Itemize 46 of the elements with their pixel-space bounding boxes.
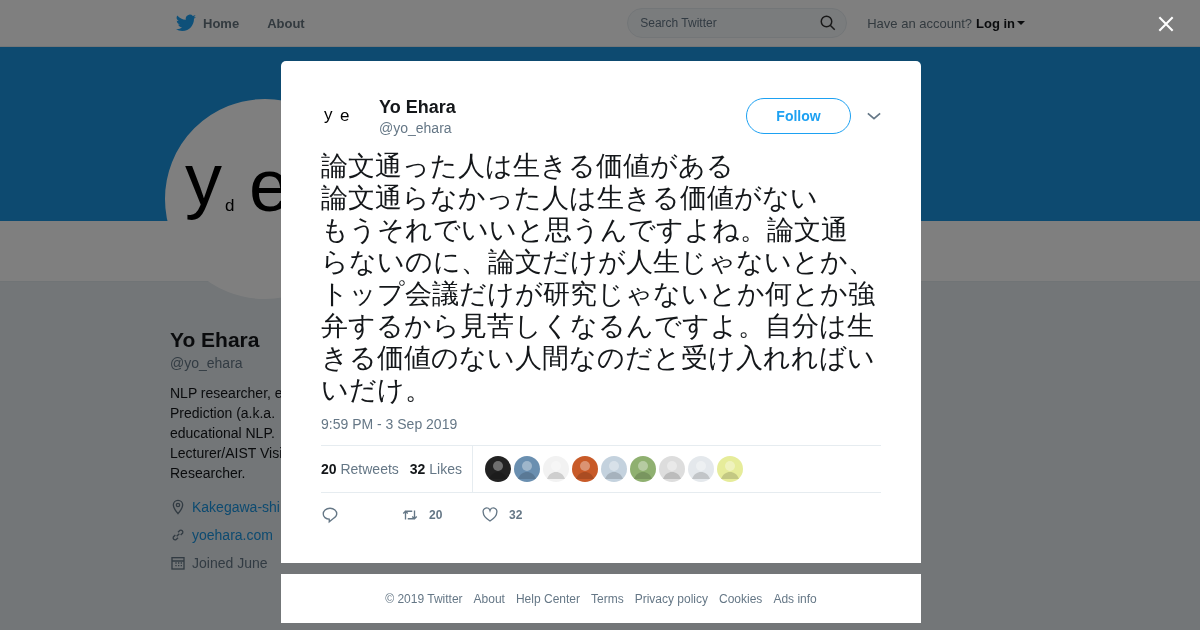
tweet-action[interactable]: 32	[481, 506, 523, 524]
calendar-icon	[170, 555, 186, 571]
avatar-letter: e	[340, 105, 350, 126]
reply-icon	[321, 506, 339, 524]
follow-button[interactable]: Follow	[746, 97, 851, 134]
stat-link[interactable]: 20 Retweets	[321, 461, 399, 477]
tweet-text-line: トップ会議だけが研究じゃないとか何とか強	[321, 278, 875, 310]
join-date: Joined June	[192, 555, 268, 571]
tweet-text-line: いだけ。	[321, 374, 432, 406]
avatar-letter: d	[225, 197, 235, 214]
search-field[interactable]: Search Twitter	[627, 8, 848, 38]
footer-link[interactable]: About	[473, 591, 505, 606]
tweet-text-line: 論文通った人は生きる価値がある	[321, 150, 734, 182]
tweet-text-line: らないのに、論文だけが人生じゃないとか、	[321, 246, 875, 278]
tweet-text-line: もうそれでいいと思うんですよね。論文通	[321, 214, 848, 246]
tweet-text-line: きる価値のない人間なのだと受け入れればい	[321, 342, 875, 374]
location-pin-icon	[170, 499, 186, 515]
nav-link[interactable]: Home	[175, 12, 240, 34]
copyright: © 2019 Twitter	[385, 591, 463, 606]
more-button[interactable]	[867, 111, 881, 120]
footer-link[interactable]: Cookies	[719, 591, 763, 606]
liker-avatar[interactable]	[485, 456, 511, 482]
tweet-timestamp[interactable]: 9:59 PM - 3 Sep 2019	[321, 416, 458, 432]
heart-icon	[481, 506, 499, 524]
profile-name: Yo Ehara	[170, 328, 260, 352]
search-icon	[819, 14, 838, 32]
nav-link[interactable]: About	[267, 15, 305, 31]
bird-icon	[175, 12, 197, 34]
chevron-down-icon	[867, 111, 881, 120]
login-link[interactable]: Log in	[976, 15, 1025, 31]
avatar-letter: y	[324, 104, 333, 125]
stat-link[interactable]: 32 Likes	[409, 461, 462, 477]
author-handle: @yo_ehara	[379, 119, 453, 136]
close-icon	[1156, 14, 1176, 34]
tweet-text-line: 弁するから見苦しくなるんですよ。自分は生	[321, 310, 874, 342]
footer-link[interactable]: Ads info	[773, 591, 817, 606]
author-name[interactable]: Yo Ehara	[379, 95, 746, 118]
footer-link[interactable]: Help Center	[515, 591, 580, 606]
tweet-action[interactable]: 20	[401, 506, 481, 524]
footer-link[interactable]: Terms	[591, 591, 624, 606]
profile-handle: @yo_ehara	[170, 355, 243, 371]
tweet-text-line: 論文通らなかった人は生きる価値がない	[321, 182, 818, 214]
caret-icon	[1017, 21, 1025, 25]
link-icon	[170, 527, 186, 543]
account-prompt: Have an account?	[867, 15, 972, 31]
footer-link[interactable]: Privacy policy	[634, 591, 708, 606]
